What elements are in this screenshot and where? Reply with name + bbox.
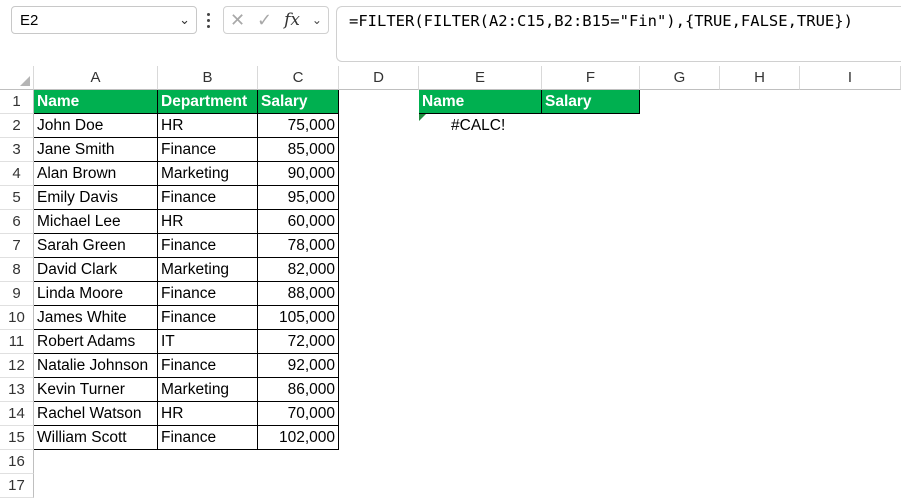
table-cell[interactable]: Marketing xyxy=(158,162,258,186)
table-cell[interactable]: 70,000 xyxy=(258,402,339,426)
table-cell[interactable]: 78,000 xyxy=(258,234,339,258)
table-cell[interactable]: James White xyxy=(34,306,158,330)
insert-function-icon[interactable]: fx xyxy=(284,10,300,30)
table-cell[interactable]: HR xyxy=(158,402,258,426)
table-header-cell[interactable]: Department xyxy=(158,90,258,114)
table-cell[interactable]: Finance xyxy=(158,354,258,378)
table-cell[interactable]: Jane Smith xyxy=(34,138,158,162)
column-header-e[interactable]: E xyxy=(419,66,542,90)
row-header-11[interactable]: 11 xyxy=(0,330,34,354)
table-cell[interactable]: William Scott xyxy=(34,426,158,450)
table-cell[interactable]: 102,000 xyxy=(258,426,339,450)
table-cell[interactable]: 60,000 xyxy=(258,210,339,234)
column-header-i[interactable]: I xyxy=(800,66,901,90)
column-header-f[interactable]: F xyxy=(542,66,640,90)
table-cell[interactable]: Finance xyxy=(158,306,258,330)
table-cell[interactable]: HR xyxy=(158,210,258,234)
table-cell[interactable]: 75,000 xyxy=(258,114,339,138)
row-header-2[interactable]: 2 xyxy=(0,114,34,138)
formula-buttons: ✕ ✓ fx ⌄ xyxy=(223,6,329,34)
table-cell[interactable]: Michael Lee xyxy=(34,210,158,234)
confirm-icon[interactable]: ✓ xyxy=(257,10,272,31)
result-header-cell[interactable]: Salary xyxy=(542,90,640,114)
table-cell[interactable]: Kevin Turner xyxy=(34,378,158,402)
table-cell[interactable]: HR xyxy=(158,114,258,138)
row-header-13[interactable]: 13 xyxy=(0,378,34,402)
row-header-17[interactable]: 17 xyxy=(0,474,34,498)
column-header-a[interactable]: A xyxy=(34,66,158,90)
error-cell[interactable]: #CALC! xyxy=(419,114,542,138)
spreadsheet-grid[interactable]: A B C D E F G H I 1 2 3 4 5 6 7 8 9 10 11 12 13 14 15 16 17 Name De… xyxy=(0,66,901,498)
row-header-16[interactable]: 16 xyxy=(0,450,34,474)
table-cell[interactable]: 82,000 xyxy=(258,258,339,282)
table-cell[interactable]: 90,000 xyxy=(258,162,339,186)
column-header-h[interactable]: H xyxy=(720,66,800,90)
error-indicator-icon xyxy=(419,114,426,121)
more-options-icon[interactable] xyxy=(204,8,212,32)
table-cell[interactable]: IT xyxy=(158,330,258,354)
table-cell[interactable]: 72,000 xyxy=(258,330,339,354)
result-header-cell[interactable]: Name xyxy=(419,90,542,114)
row-header-8[interactable]: 8 xyxy=(0,258,34,282)
select-all-corner[interactable] xyxy=(0,66,34,90)
row-header-7[interactable]: 7 xyxy=(0,234,34,258)
table-cell[interactable]: Finance xyxy=(158,426,258,450)
table-cell[interactable]: Finance xyxy=(158,282,258,306)
formula-bar: E2 ⌄ ✕ ✓ fx ⌄ =FILTER(FILTER(A2:C15,B2:B… xyxy=(0,0,901,68)
table-cell[interactable]: Finance xyxy=(158,234,258,258)
table-cell[interactable]: 95,000 xyxy=(258,186,339,210)
table-cell[interactable]: John Doe xyxy=(34,114,158,138)
table-cell[interactable]: Alan Brown xyxy=(34,162,158,186)
table-cell[interactable]: Robert Adams xyxy=(34,330,158,354)
name-box[interactable]: E2 ⌄ xyxy=(11,6,197,34)
column-header-c[interactable]: C xyxy=(258,66,339,90)
table-cell[interactable]: Emily Davis xyxy=(34,186,158,210)
row-header-9[interactable]: 9 xyxy=(0,282,34,306)
table-cell[interactable]: Finance xyxy=(158,186,258,210)
column-header-d[interactable]: D xyxy=(339,66,419,90)
row-header-6[interactable]: 6 xyxy=(0,210,34,234)
row-header-14[interactable]: 14 xyxy=(0,402,34,426)
table-cell[interactable]: Marketing xyxy=(158,258,258,282)
chevron-down-icon[interactable]: ⌄ xyxy=(179,12,190,28)
name-box-value: E2 xyxy=(20,11,39,29)
column-header-g[interactable]: G xyxy=(640,66,720,90)
table-cell[interactable]: Rachel Watson xyxy=(34,402,158,426)
formula-input[interactable]: =FILTER(FILTER(A2:C15,B2:B15="Fin"),{TRU… xyxy=(336,6,901,62)
table-cell[interactable]: 92,000 xyxy=(258,354,339,378)
table-cell[interactable]: Natalie Johnson xyxy=(34,354,158,378)
row-header-5[interactable]: 5 xyxy=(0,186,34,210)
row-header-4[interactable]: 4 xyxy=(0,162,34,186)
row-header-10[interactable]: 10 xyxy=(0,306,34,330)
table-cell[interactable]: 105,000 xyxy=(258,306,339,330)
row-header-1[interactable]: 1 xyxy=(0,90,34,114)
table-cell[interactable]: David Clark xyxy=(34,258,158,282)
row-header-15[interactable]: 15 xyxy=(0,426,34,450)
table-cell[interactable]: 88,000 xyxy=(258,282,339,306)
table-cell[interactable]: Linda Moore xyxy=(34,282,158,306)
row-header-12[interactable]: 12 xyxy=(0,354,34,378)
column-header-b[interactable]: B xyxy=(158,66,258,90)
table-cell[interactable]: Sarah Green xyxy=(34,234,158,258)
chevron-down-icon[interactable]: ⌄ xyxy=(312,13,322,27)
table-header-cell[interactable]: Salary xyxy=(258,90,339,114)
table-cell[interactable]: Finance xyxy=(158,138,258,162)
table-header-cell[interactable]: Name xyxy=(34,90,158,114)
table-cell[interactable]: Marketing xyxy=(158,378,258,402)
cancel-icon[interactable]: ✕ xyxy=(230,10,245,31)
table-cell[interactable]: 86,000 xyxy=(258,378,339,402)
row-header-3[interactable]: 3 xyxy=(0,138,34,162)
table-cell[interactable]: 85,000 xyxy=(258,138,339,162)
